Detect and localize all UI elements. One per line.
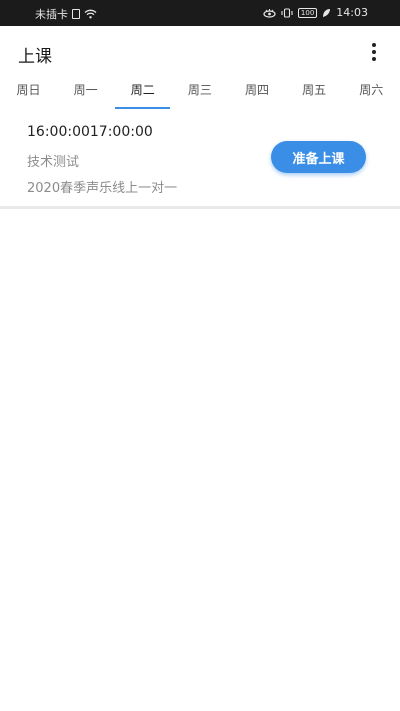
prepare-class-button[interactable]: 准备上课	[271, 141, 366, 173]
leaf-power-saving-icon	[323, 8, 331, 17]
tab-monday[interactable]: 周一	[57, 78, 114, 110]
clock-text: 14:03	[336, 6, 368, 19]
tab-wednesday[interactable]: 周三	[171, 78, 228, 110]
lesson-course: 技术测试	[27, 155, 80, 170]
status-bar: 未插卡 100 14:03	[0, 0, 400, 26]
tab-saturday[interactable]: 周六	[343, 78, 400, 110]
weekday-tabs: 周日 周一 周二 周三 周四 周五 周六	[0, 78, 400, 110]
eye-comfort-icon	[263, 8, 276, 18]
vibrate-icon	[281, 7, 293, 18]
status-left: 未插卡	[35, 6, 97, 22]
tab-tuesday[interactable]: 周二	[114, 78, 171, 110]
sim-card-icon	[72, 9, 80, 19]
more-vert-icon-dot	[372, 57, 376, 61]
more-vert-icon-dot	[372, 50, 376, 54]
tab-thursday[interactable]: 周四	[229, 78, 286, 110]
battery-icon: 100	[297, 7, 318, 18]
lesson-card: 16:00:0017:00:00 技术测试 2020春季声乐线上一对一 准备上课	[0, 110, 400, 209]
tab-sunday[interactable]: 周日	[0, 78, 57, 110]
lesson-class-name: 2020春季声乐线上一对一	[27, 181, 178, 196]
page-title: 上课	[18, 47, 52, 67]
more-options-button[interactable]	[362, 40, 386, 64]
more-vert-icon-dot	[372, 43, 376, 47]
lesson-time: 16:00:0017:00:00	[27, 124, 153, 140]
status-right: 100 14:03	[263, 6, 368, 19]
tab-friday[interactable]: 周五	[286, 78, 343, 110]
app-bar: 上课	[0, 26, 400, 78]
carrier-text: 未插卡	[35, 8, 68, 21]
wifi-icon	[84, 9, 97, 19]
